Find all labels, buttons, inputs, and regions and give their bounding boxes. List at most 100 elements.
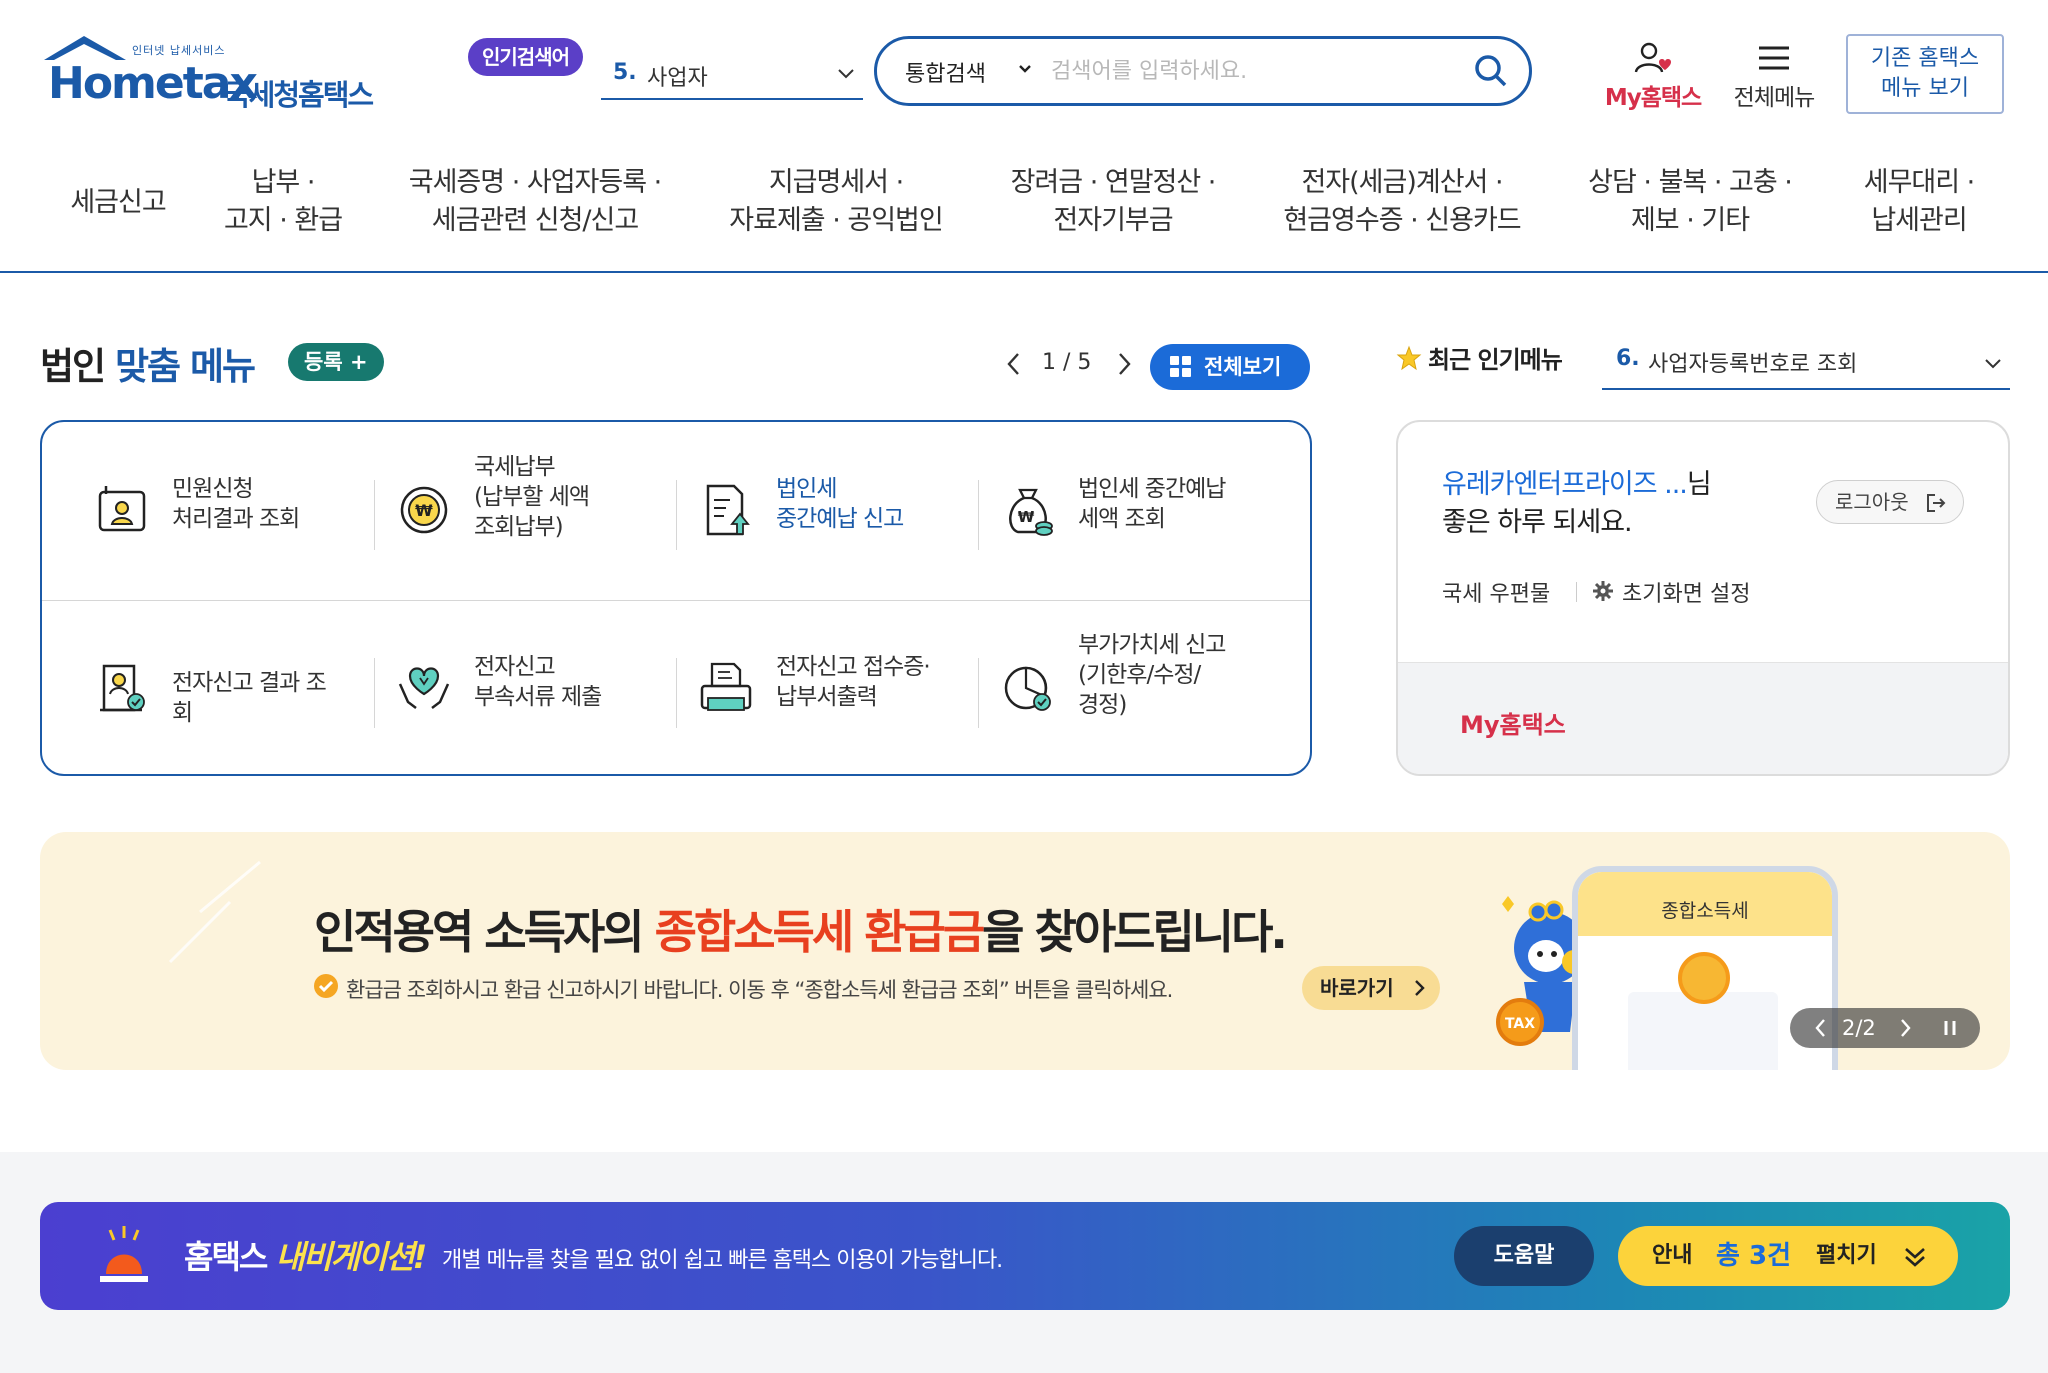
search-icon[interactable] xyxy=(1473,53,1509,89)
gnb-item-payment-statement[interactable]: 지급명세서 · 자료제출 · 공익법인 xyxy=(706,164,966,240)
search-scope-select[interactable]: 통합검색 xyxy=(905,56,986,88)
popular-search-badge: 인기검색어 xyxy=(468,38,583,76)
banner-description: 환급금 조회하시고 환급 신고하시기 바랍니다. 이동 후 “종합소득세 환급금… xyxy=(346,978,1173,1002)
check-circle-icon xyxy=(314,974,338,998)
chevron-down-icon xyxy=(1019,65,1031,73)
menu-item-label: 부가가치세 신고 (기한후/수정/ 경정) xyxy=(1078,632,1226,718)
gnb-item-incentives[interactable]: 장려금 · 연말정산 · 전자기부금 xyxy=(988,164,1238,240)
gnb-item-consulting[interactable]: 상담 · 불복 · 고충 · 제보 · 기타 xyxy=(1566,164,1814,240)
chevron-right-icon[interactable] xyxy=(1898,1016,1912,1040)
search-input[interactable] xyxy=(1051,53,1451,89)
gnb-item-tax-return[interactable]: 세금신고 xyxy=(58,184,178,222)
link-divider xyxy=(1576,582,1577,602)
tax-mail-link[interactable]: 국세 우편물 xyxy=(1442,576,1550,608)
svg-text:₩: ₩ xyxy=(415,501,433,520)
menu-item-corporate-interim-return[interactable]: 법인세 중간예납 신고 xyxy=(646,452,948,572)
menu-item-label: 전자신고 접수증· 납부서출력 xyxy=(776,654,931,710)
star-icon xyxy=(1396,345,1422,371)
menu-item-vat-return[interactable]: 부가가치세 신고 (기한후/수정/ 경정) xyxy=(948,630,1250,750)
navi-title: 홈택스 내비게이션! xyxy=(184,1238,427,1276)
menu-item-label: 민원신청 처리결과 조회 xyxy=(172,476,300,532)
gnb-item-tax-agent[interactable]: 세무대리 · 납세관리 xyxy=(1836,164,2002,240)
navi-description: 개별 메뉴를 찾을 필요 없이 쉽고 빠른 홈택스 이용이 가능합니다. xyxy=(442,1248,1003,1273)
logout-button[interactable]: 로그아웃 xyxy=(1816,480,1964,524)
gnb-item-payment[interactable]: 납부 · 고지 · 환급 xyxy=(200,164,366,240)
banner-counter: 2/2 xyxy=(1842,1016,1876,1040)
search-bar: 통합검색 xyxy=(874,36,1532,106)
user-name: 유레카엔터프라이즈 ...님 xyxy=(1442,469,1712,500)
document-person-icon xyxy=(98,486,146,532)
double-chevron-down-icon xyxy=(1905,1248,1925,1267)
menu-item-attachment-submit[interactable]: 전자신고 부속서류 제출 xyxy=(344,630,646,750)
header: 인터넷 납세서비스 Hometax 국세청홈택스 인기검색어 5. 사업자 통합… xyxy=(0,0,2048,140)
gear-icon xyxy=(1593,581,1613,601)
menu-item-receipt-print[interactable]: 전자신고 접수증· 납부서출력 xyxy=(646,630,948,750)
notice-label: 안내 xyxy=(1652,1243,1693,1268)
menu-item-label: 법인세 중간예납 신고 xyxy=(776,476,904,532)
pause-icon[interactable] xyxy=(1942,1020,1958,1036)
chevron-right-icon[interactable] xyxy=(1114,350,1134,378)
user-heart-icon xyxy=(1634,42,1671,73)
siren-icon xyxy=(100,1226,148,1282)
notice-expand-button[interactable]: 안내 총 3건 펼치기 xyxy=(1618,1226,1958,1286)
my-hometax-label: My홈택스 xyxy=(1604,85,1702,111)
hamburger-icon xyxy=(1759,46,1789,70)
refund-banner[interactable]: 인적용역 소득자의 종합소득세 환급금을 찾아드립니다. 환급금 조회하시고 환… xyxy=(40,832,2010,1070)
chevron-down-icon xyxy=(838,69,854,79)
home-setting-link[interactable]: 초기화면 설정 xyxy=(1592,576,1750,608)
hometax-logo[interactable]: 인터넷 납세서비스 Hometax 국세청홈택스 xyxy=(40,32,380,118)
menu-item-interim-tax-lookup[interactable]: ₩ 법인세 중간예납 세액 조회 xyxy=(948,452,1250,572)
menu-item-label: 전자신고 부속서류 제출 xyxy=(474,654,602,710)
menu-item-e-filing-result[interactable]: 전자신고 결과 조회 xyxy=(42,630,344,750)
main-navigation: 세금신고 납부 · 고지 · 환급 국세증명 · 사업자등록 · 세금관련 신청… xyxy=(0,140,2048,273)
recent-popular-menu-select[interactable]: 6. 사업자등록번호로 조회 xyxy=(1602,336,2010,390)
all-menu-label: 전체메뉴 xyxy=(1733,85,1816,111)
gnb-item-certificates[interactable]: 국세증명 · 사업자등록 · 세금관련 신청/신고 xyxy=(390,164,680,240)
grid-icon xyxy=(1170,356,1192,378)
old-menu-line1: 기존 홈택스 xyxy=(1870,46,1980,71)
custom-menu-card: 민원신청 처리결과 조회 ₩ 국세납부 (납부할 세액 조회납부) 법인세 중간… xyxy=(40,420,1312,776)
money-bag-icon: ₩ xyxy=(1009,488,1053,536)
chevron-right-icon xyxy=(1415,980,1425,996)
my-hometax-link[interactable]: My홈택스 xyxy=(1460,705,1566,740)
hands-heart-icon xyxy=(398,667,450,709)
banner-go-button[interactable]: 바로가기 xyxy=(1302,966,1440,1010)
old-menu-line2: 메뉴 보기 xyxy=(1881,76,1969,101)
expand-label: 펼치기 xyxy=(1816,1243,1877,1268)
navigation-notice-bar: 홈택스 내비게이션! 개별 메뉴를 찾을 필요 없이 쉽고 빠른 홈택스 이용이… xyxy=(40,1202,2010,1310)
recent-menu-text: 사업자등록번호로 조회 xyxy=(1648,352,1858,377)
popular-search-select[interactable]: 5. 사업자 xyxy=(601,50,863,100)
help-button[interactable]: 도움말 xyxy=(1454,1226,1594,1286)
phone-label: 종합소득세 xyxy=(1661,900,1749,922)
greeting-text: 좋은 하루 되세요. xyxy=(1442,507,1633,538)
gnb-item-e-invoice[interactable]: 전자(세금)계산서 · 현금영수증 · 신용카드 xyxy=(1262,164,1542,240)
register-button[interactable]: 등록 + xyxy=(288,343,384,381)
my-hometax-area: My홈택스 xyxy=(1398,662,2008,774)
user-info-card: 유레카엔터프라이즈 ...님 좋은 하루 되세요. 로그아웃 국세 우편물 초기… xyxy=(1396,420,2010,776)
all-menu-button[interactable]: 전체메뉴 xyxy=(1724,40,1824,111)
recent-rank: 6. xyxy=(1616,346,1640,371)
banner-title: 인적용역 소득자의 종합소득세 환급금을 찾아드립니다. xyxy=(314,905,1288,959)
chevron-down-icon xyxy=(1985,359,2001,369)
old-hometax-menu-button[interactable]: 기존 홈택스 메뉴 보기 xyxy=(1846,34,2004,114)
menu-item-national-tax-payment[interactable]: ₩ 국세납부 (납부할 세액 조회납부) xyxy=(344,452,646,572)
custom-menu-title: 법인 맞춤 메뉴 xyxy=(40,345,256,388)
chevron-left-icon[interactable] xyxy=(1814,1016,1828,1040)
logout-icon xyxy=(1927,494,1946,512)
view-all-label: 전체보기 xyxy=(1204,355,1282,379)
pager-count: 1 / 5 xyxy=(1042,350,1092,375)
pie-chart-icon xyxy=(1004,666,1051,711)
logo-tagline: 인터넷 납세서비스 xyxy=(132,44,226,57)
view-all-button[interactable]: 전체보기 xyxy=(1150,344,1310,390)
menu-item-label: 전자신고 결과 조회 xyxy=(172,670,327,726)
menu-item-civil-result[interactable]: 민원신청 처리결과 조회 xyxy=(42,452,344,572)
popular-rank: 5. xyxy=(613,60,637,85)
menu-item-label: 국세납부 (납부할 세액 조회납부) xyxy=(474,454,590,540)
chevron-left-icon[interactable] xyxy=(1004,350,1024,378)
menu-item-label: 법인세 중간예납 세액 조회 xyxy=(1078,476,1226,532)
won-coin-icon xyxy=(1678,952,1730,1004)
my-hometax-button[interactable]: My홈택스 xyxy=(1598,40,1708,111)
won-coin-icon: ₩ xyxy=(400,486,448,534)
logo-subtitle: 국세청홈택스 xyxy=(224,78,374,112)
custom-menu-pager: 1 / 5 xyxy=(1004,346,1134,382)
